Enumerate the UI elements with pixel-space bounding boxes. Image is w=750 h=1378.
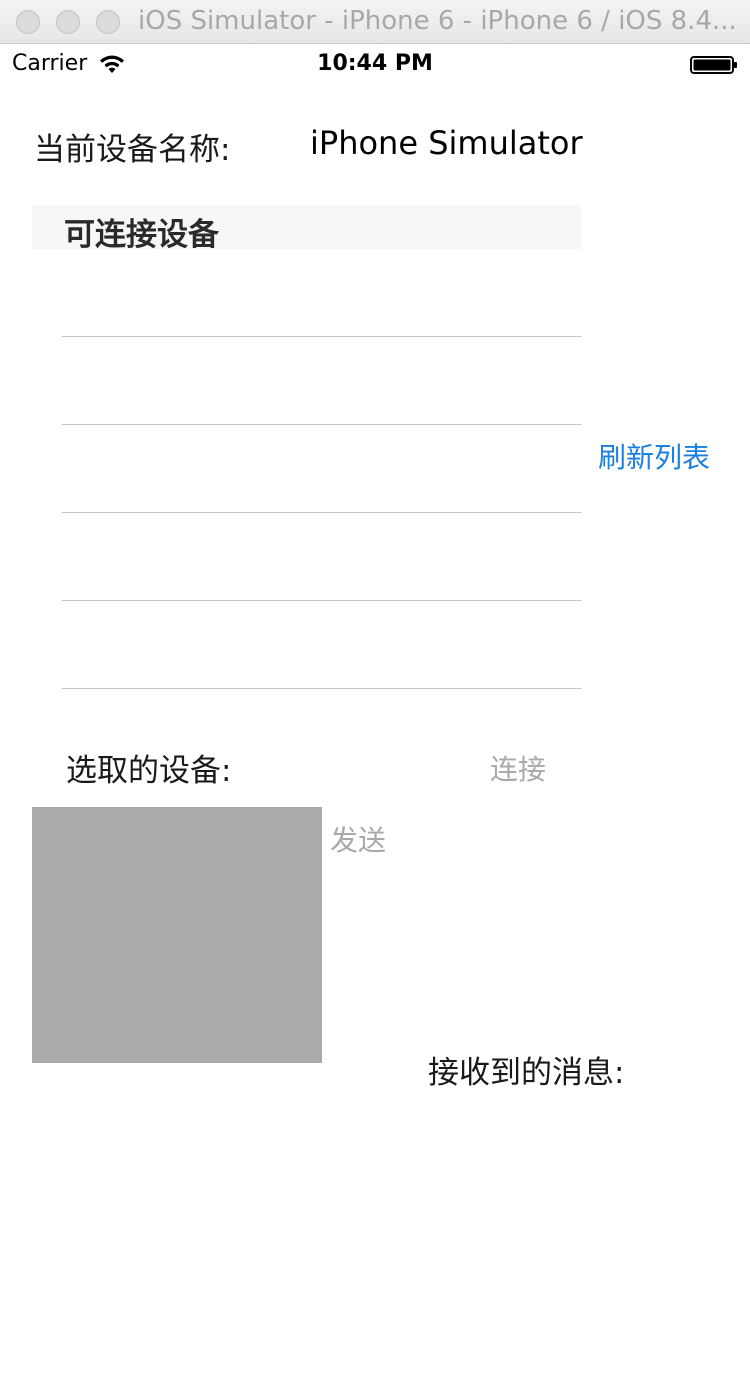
devices-table-title: 可连接设备	[64, 217, 219, 253]
device-name-value: iPhone Simulator	[310, 124, 583, 162]
minimize-window-button[interactable]	[56, 10, 80, 34]
simulator-screen: iOS Simulator - iPhone 6 - iPhone 6 / iO…	[0, 0, 750, 1378]
status-bar: Carrier 10:44 PM	[0, 44, 750, 86]
connect-button[interactable]: 连接	[490, 748, 546, 788]
message-input[interactable]	[32, 807, 322, 1063]
table-row[interactable]	[62, 425, 582, 513]
devices-table-header: 可连接设备	[32, 205, 582, 253]
send-button[interactable]: 发送	[330, 819, 386, 859]
received-messages-label: 接收到的消息:	[428, 1055, 625, 1091]
status-time: 10:44 PM	[317, 51, 433, 76]
table-row[interactable]	[62, 513, 582, 601]
device-name-label: 当前设备名称:	[34, 132, 231, 168]
table-row[interactable]	[62, 337, 582, 425]
devices-table[interactable]: 可连接设备	[32, 205, 582, 690]
selected-device-label: 选取的设备:	[66, 753, 232, 789]
table-row[interactable]	[62, 601, 582, 689]
refresh-list-button[interactable]: 刷新列表	[598, 436, 710, 476]
window-titlebar: iOS Simulator - iPhone 6 - iPhone 6 / iO…	[0, 0, 750, 44]
window-title: iOS Simulator - iPhone 6 - iPhone 6 / iO…	[138, 6, 737, 36]
zoom-window-button[interactable]	[96, 10, 120, 34]
close-window-button[interactable]	[16, 10, 40, 34]
battery-icon	[690, 56, 737, 74]
table-row[interactable]	[62, 249, 582, 337]
